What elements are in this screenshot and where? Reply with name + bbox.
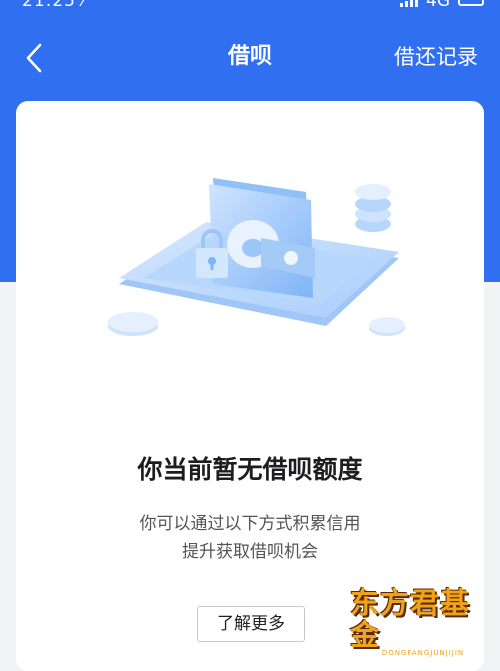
watermark-main-text: 东方君基金 [350,585,471,652]
status-time: 21:25 ⁄ [22,0,87,11]
status-indicators: 4G [400,0,484,11]
watermark-logo: 东方君基金 DONGFANGJUNJIJIN [350,587,496,657]
description-line-2: 提升获取借呗机会 [182,542,318,562]
network-label: 4G [426,0,450,11]
empty-state-description: 你可以通过以下方式积累信用 提升获取借呗机会 [16,510,484,566]
signal-icon [400,0,418,7]
wallet-illustration [108,178,405,336]
learn-more-button[interactable]: 了解更多 [197,606,305,642]
status-bar: 21:25 ⁄ 4G [0,0,500,14]
battery-icon [458,0,484,6]
borrow-repay-records-link[interactable]: 借还记录 [394,42,478,72]
navbar: 借呗 借还记录 [0,30,500,86]
empty-state-headline: 你当前暂无借呗额度 [137,455,363,484]
watermark-sub-text: DONGFANGJUNJIJIN [381,648,465,657]
description-line-1: 你可以通过以下方式积累信用 [139,514,361,534]
